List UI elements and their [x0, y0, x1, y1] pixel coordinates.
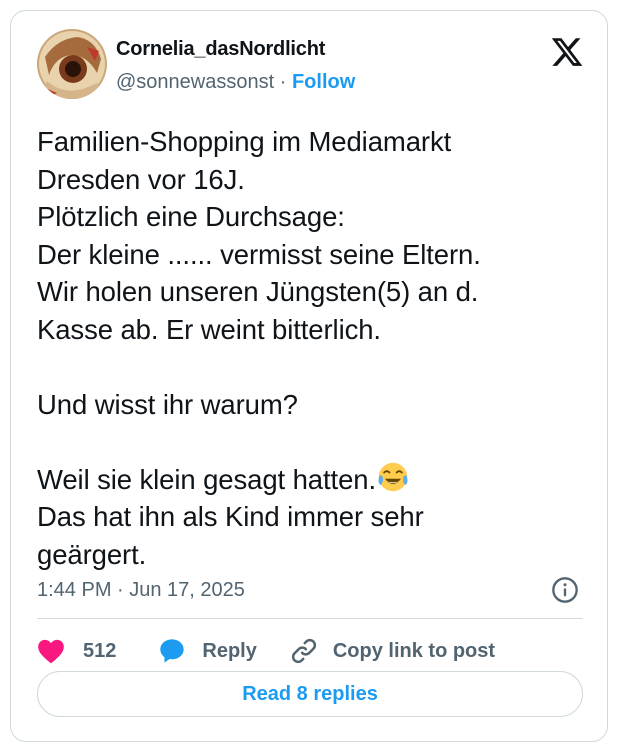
follow-button[interactable]: Follow: [292, 71, 355, 93]
heart-icon: [37, 638, 65, 664]
like-count: 512: [83, 639, 117, 662]
reply-label: Reply: [202, 639, 257, 662]
read-replies-button[interactable]: Read 8 replies: [37, 671, 583, 717]
tweet-text-main: Familien-Shopping im Mediamarkt Dresden …: [37, 126, 481, 495]
handle[interactable]: @sonnewassonst: [116, 71, 274, 93]
divider: [37, 618, 583, 619]
timestamp[interactable]: 1:44 PM · Jun 17, 2025: [37, 579, 245, 602]
reply-button[interactable]: Reply: [158, 637, 257, 665]
display-name[interactable]: Cornelia_dasNordlicht: [116, 38, 325, 61]
handle-separator: ·: [279, 71, 287, 93]
copy-link-button[interactable]: Copy link to post: [289, 636, 495, 666]
like-button[interactable]: 512: [37, 638, 116, 664]
tears-of-joy-emoji-icon: [377, 461, 409, 493]
copy-link-label: Copy link to post: [332, 639, 496, 662]
avatar[interactable]: [37, 29, 107, 99]
tweet-text: Familien-Shopping im Mediamarkt Dresden …: [37, 123, 577, 573]
reply-bubble-icon: [158, 637, 186, 665]
tweet-card: Cornelia_dasNordlicht @sonnewassonst · F…: [10, 10, 608, 742]
link-icon: [289, 636, 319, 666]
tweet-text-end: Das hat ihn als Kind immer sehr geärgert…: [37, 501, 424, 570]
handle-row: @sonnewassonst · Follow: [116, 71, 355, 94]
x-logo-icon[interactable]: [549, 35, 585, 69]
action-bar: 512 Reply Copy link to post: [37, 635, 495, 667]
info-icon[interactable]: [551, 576, 579, 604]
